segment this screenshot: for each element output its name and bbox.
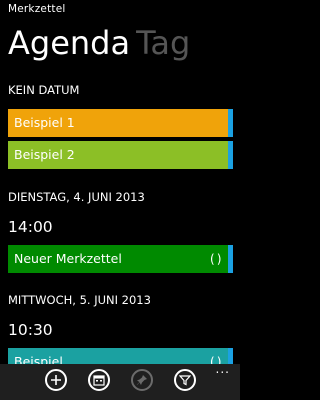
- item-label: Beispiel 1: [14, 115, 75, 130]
- calendar-icon: [93, 375, 105, 386]
- add-button[interactable]: [45, 369, 67, 391]
- pivot-tab-agenda[interactable]: Agenda: [8, 24, 130, 62]
- item-stripe: [228, 109, 233, 137]
- filter-icon: [179, 375, 191, 386]
- app-bar: ...: [0, 363, 240, 400]
- section-header-tuesday: DIENSTAG, 4. JUNI 2013: [8, 190, 145, 204]
- filter-button[interactable]: [174, 369, 196, 391]
- time-label: 14:00: [8, 218, 53, 236]
- app-title: Merkzettel: [8, 3, 66, 15]
- item-stripe: [228, 141, 233, 169]
- item-stripe: [228, 245, 233, 273]
- pivot-header: Agenda Tag: [8, 23, 190, 63]
- more-options-button[interactable]: ...: [216, 363, 230, 375]
- add-icon: [51, 375, 61, 385]
- section-header-wednesday: MITTWOCH, 5. JUNI 2013: [8, 293, 151, 307]
- item-label: Beispiel 2: [14, 147, 75, 162]
- pin-button[interactable]: [131, 369, 153, 391]
- calendar-button[interactable]: [88, 369, 110, 391]
- section-header-no-date: KEIN DATUM: [8, 83, 80, 97]
- repeat-icon: (): [208, 252, 223, 266]
- pin-icon: [136, 375, 147, 385]
- list-item[interactable]: Neuer Merkzettel (): [8, 245, 233, 273]
- pivot-tab-tag[interactable]: Tag: [136, 24, 190, 62]
- list-item[interactable]: Beispiel 1: [8, 109, 233, 137]
- list-item[interactable]: Beispiel 2: [8, 141, 233, 169]
- time-label: 10:30: [8, 321, 53, 339]
- item-label: Neuer Merkzettel: [14, 251, 122, 266]
